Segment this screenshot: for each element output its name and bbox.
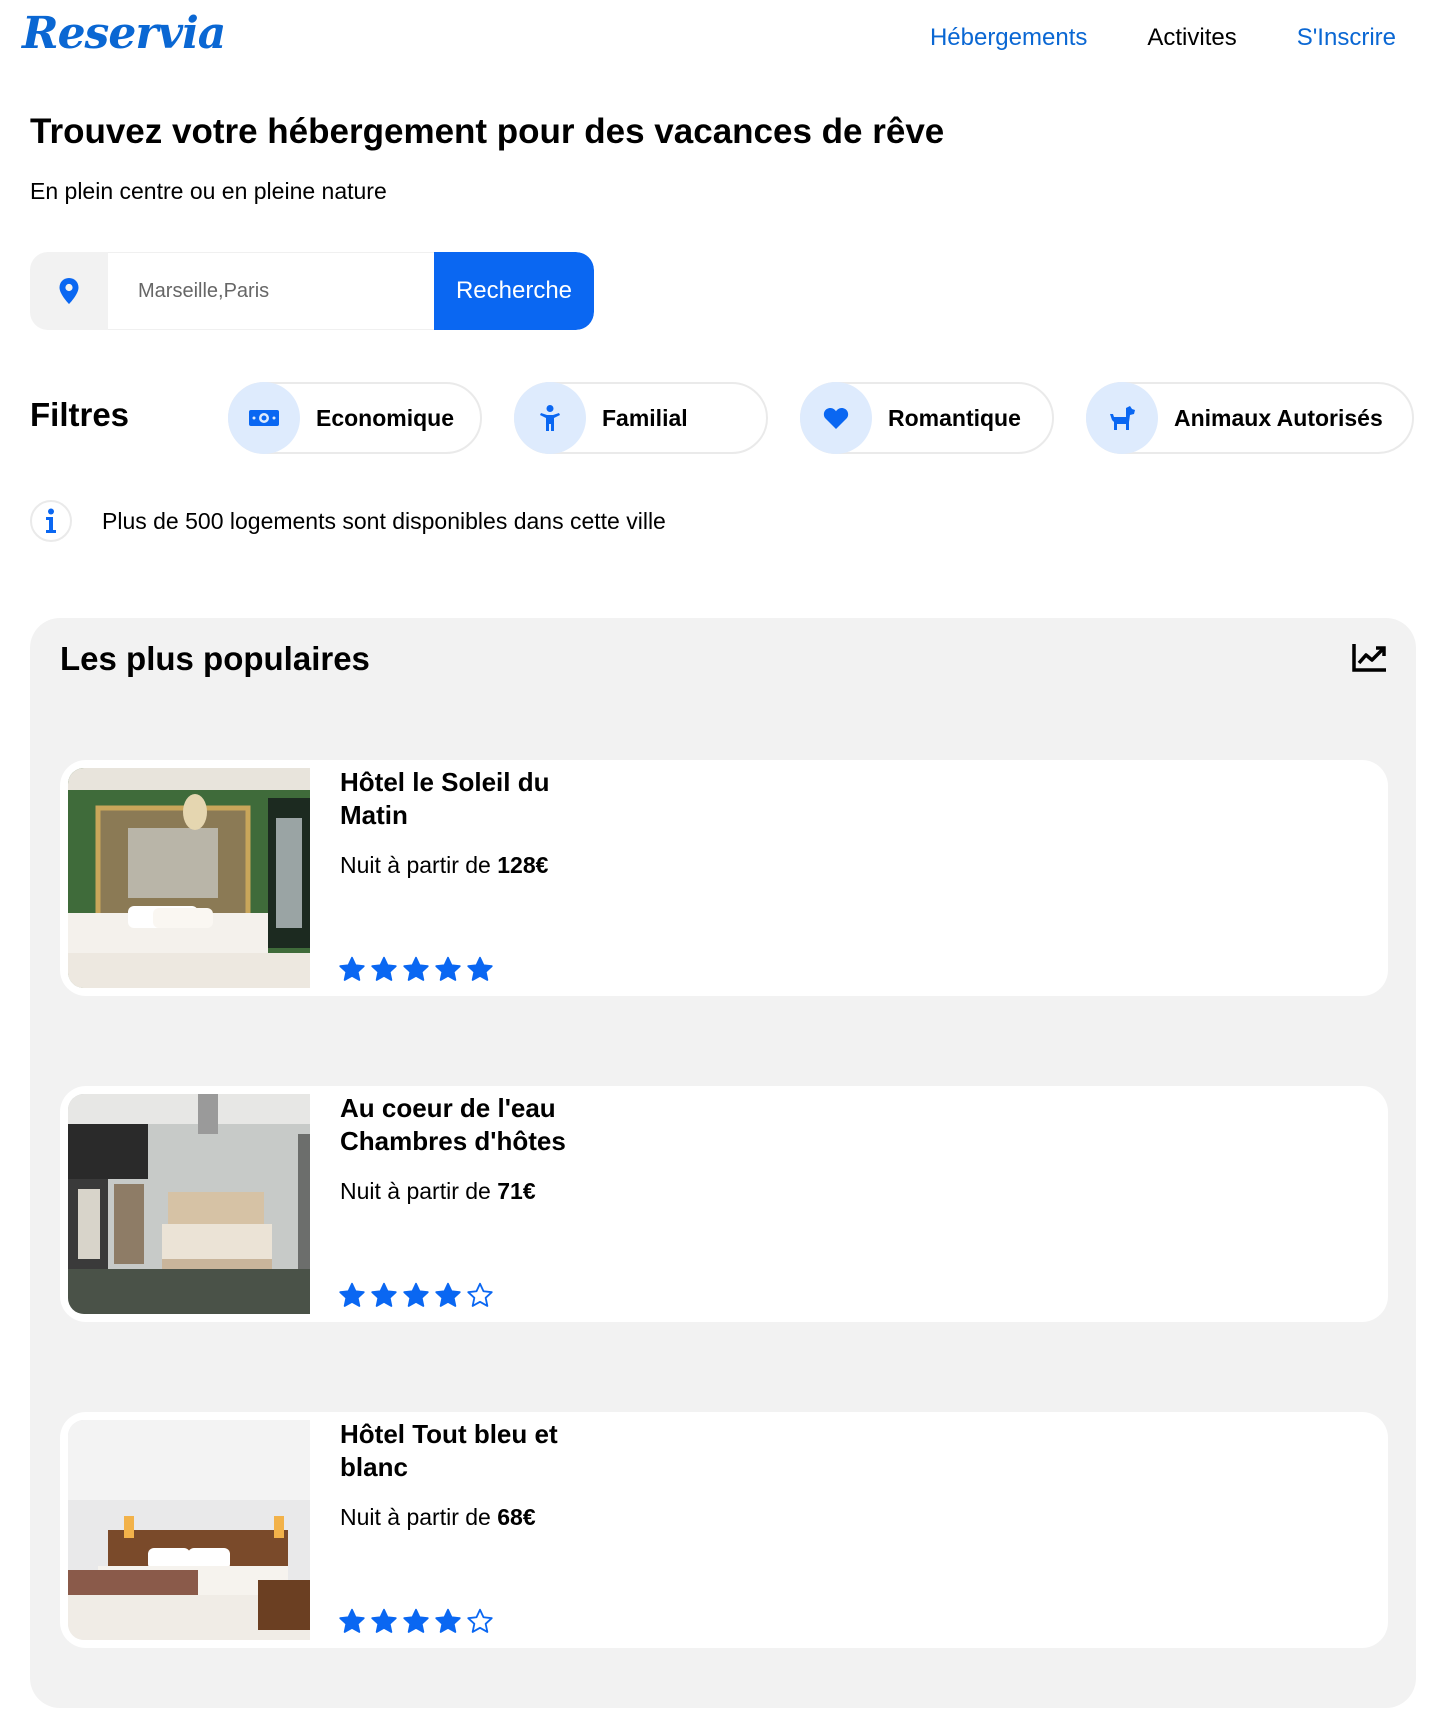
hotel-card[interactable]: Hôtel le Soleil du Matin Nuit à partir d… xyxy=(60,760,1388,996)
star-filled-icon xyxy=(338,1608,366,1639)
star-filled-icon xyxy=(402,1282,430,1313)
page-title: Trouvez votre hébergement pour des vacan… xyxy=(30,112,945,151)
logo[interactable]: Reservia xyxy=(22,8,226,59)
nav-link-signup[interactable]: S'Inscrire xyxy=(1297,24,1396,52)
heart-icon xyxy=(800,382,872,454)
star-filled-icon xyxy=(370,956,398,987)
dog-icon xyxy=(1086,382,1158,454)
star-filled-icon xyxy=(434,956,462,987)
star-empty-icon xyxy=(466,1282,494,1313)
filter-romantique[interactable]: Romantique xyxy=(800,382,1054,454)
hotel-card[interactable]: Hôtel Tout bleu et blanc Nuit à partir d… xyxy=(60,1412,1388,1648)
filter-label: Romantique xyxy=(888,404,1021,431)
rating-stars xyxy=(338,1282,494,1313)
star-empty-icon xyxy=(466,1608,494,1639)
filter-familial[interactable]: Familial xyxy=(514,382,768,454)
star-filled-icon xyxy=(466,956,494,987)
search-bar: Recherche xyxy=(30,252,594,330)
hotel-photo-green-room xyxy=(68,768,310,988)
info-text: Plus de 500 logements sont disponibles d… xyxy=(102,507,666,534)
filter-label: Economique xyxy=(316,404,455,431)
star-filled-icon xyxy=(402,956,430,987)
rating-stars xyxy=(338,1608,494,1639)
hotel-photo-loft-room xyxy=(68,1094,310,1314)
trend-chart-icon xyxy=(1352,642,1388,677)
child-icon xyxy=(514,382,586,454)
page-subtitle: En plein centre ou en pleine nature xyxy=(30,178,387,204)
hotel-card[interactable]: Au coeur de l'eau Chambres d'hôtes Nuit … xyxy=(60,1086,1388,1322)
filters-heading: Filtres xyxy=(30,396,130,433)
filter-economique[interactable]: Economique xyxy=(228,382,482,454)
hotel-photo-white-room xyxy=(68,1420,310,1640)
popular-title: Les plus populaires xyxy=(60,640,370,677)
popular-section: Les plus populaires Hôtel le Soleil du M… xyxy=(30,618,1416,1708)
nav-link-activites[interactable]: Activites xyxy=(1147,24,1236,52)
money-icon xyxy=(228,382,300,454)
search-input[interactable] xyxy=(108,252,434,330)
hotel-name: Hôtel le Soleil du Matin xyxy=(340,767,550,830)
rating-stars xyxy=(338,956,494,987)
hotel-name: Hôtel Tout bleu et blanc xyxy=(340,1419,558,1482)
star-filled-icon xyxy=(434,1282,462,1313)
hotel-price: Nuit à partir de 71€ xyxy=(340,1178,536,1204)
filter-animaux[interactable]: Animaux Autorisés xyxy=(1086,382,1414,454)
main-nav: Hébergements Activites S'Inscrire xyxy=(930,24,1396,52)
hotel-price: Nuit à partir de 68€ xyxy=(340,1504,536,1530)
star-filled-icon xyxy=(338,1282,366,1313)
header: Reservia Hébergements Activites S'Inscri… xyxy=(0,0,1440,80)
star-filled-icon xyxy=(338,956,366,987)
star-filled-icon xyxy=(370,1608,398,1639)
nav-link-hebergements[interactable]: Hébergements xyxy=(930,24,1087,52)
hotel-name: Au coeur de l'eau Chambres d'hôtes xyxy=(340,1093,566,1156)
info-icon xyxy=(30,500,72,542)
filter-label: Animaux Autorisés xyxy=(1174,404,1383,431)
hotel-price: Nuit à partir de 128€ xyxy=(340,852,549,878)
filter-label: Familial xyxy=(602,404,688,431)
star-filled-icon xyxy=(402,1608,430,1639)
location-pin-icon xyxy=(30,252,108,330)
search-button[interactable]: Recherche xyxy=(434,252,594,330)
star-filled-icon xyxy=(434,1608,462,1639)
info-banner: Plus de 500 logements sont disponibles d… xyxy=(30,500,666,542)
star-filled-icon xyxy=(370,1282,398,1313)
